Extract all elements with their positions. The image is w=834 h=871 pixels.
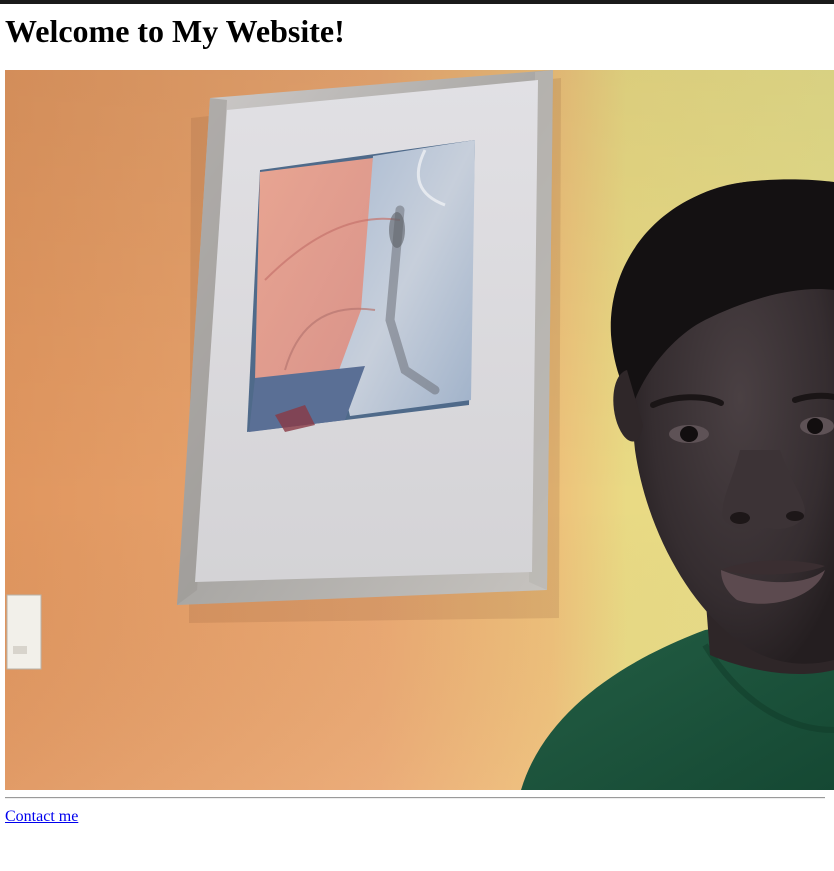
page-title: Welcome to My Website! [5,13,345,49]
portrait-photo [5,70,834,790]
horizontal-divider [5,797,825,799]
top-border-strip [0,0,834,4]
contact-me-link[interactable]: Contact me [5,808,78,826]
